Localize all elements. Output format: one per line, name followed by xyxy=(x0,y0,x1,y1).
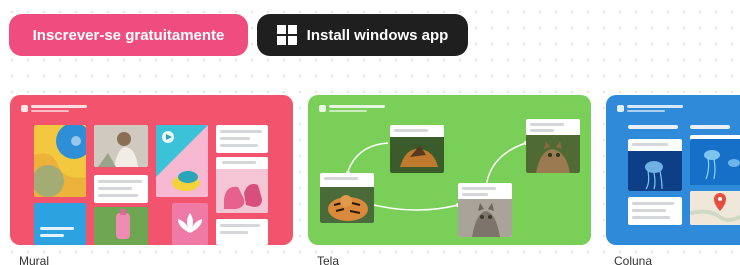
signup-button-label: Inscrever-se gratuitamente xyxy=(32,26,225,44)
image-card xyxy=(628,139,682,191)
note-card xyxy=(628,197,682,225)
signup-button[interactable]: Inscrever-se gratuitamente xyxy=(9,14,248,56)
photo-image xyxy=(34,203,86,245)
image-card xyxy=(690,139,740,185)
photo-image xyxy=(94,125,148,167)
board-label-coluna: Coluna xyxy=(614,254,653,265)
board-label-tela: Tela xyxy=(317,254,340,265)
board-preview-tela[interactable] xyxy=(308,95,591,245)
image-card xyxy=(390,125,444,173)
note-card xyxy=(216,125,268,153)
image-card xyxy=(320,173,374,223)
photo-image xyxy=(216,157,268,213)
install-button-label: Install windows app xyxy=(306,26,449,44)
image-card xyxy=(458,183,512,237)
install-windows-app-button[interactable]: Install windows app xyxy=(257,14,468,56)
photo-image xyxy=(156,125,208,197)
windows-logo-icon xyxy=(276,25,297,45)
board-header xyxy=(21,104,91,114)
board-preview-coluna[interactable] xyxy=(606,95,740,245)
photo-image xyxy=(94,207,148,245)
image-card xyxy=(526,119,580,173)
pattern-image xyxy=(34,125,86,197)
map-card xyxy=(690,191,740,225)
note-card xyxy=(216,219,268,245)
board-header xyxy=(617,104,687,114)
board-label-mural: Mural xyxy=(19,254,50,265)
note-card xyxy=(94,175,148,203)
board-preview-mural[interactable] xyxy=(10,95,293,245)
photo-image xyxy=(172,203,208,245)
